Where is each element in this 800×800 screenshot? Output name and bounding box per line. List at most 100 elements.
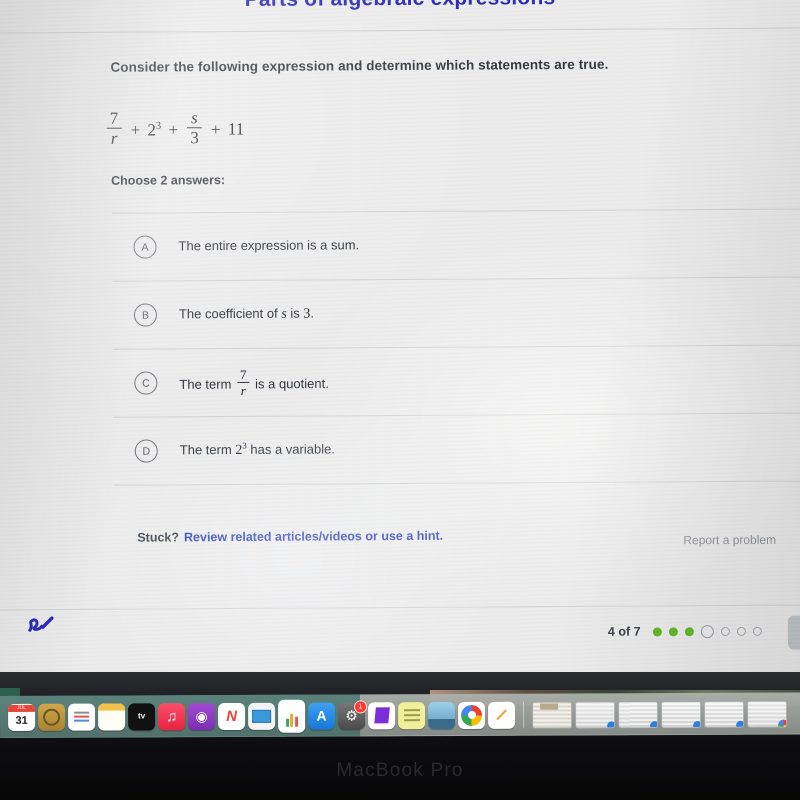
next-question-button[interactable] — [787, 615, 800, 650]
question-progress: 4 of 7 — [608, 624, 762, 639]
system-settings-icon[interactable]: ⚙ 1 — [338, 699, 368, 730]
answer-choice-c[interactable]: C The term 7r is a quotient. — [113, 344, 800, 417]
preview-icon[interactable] — [428, 701, 456, 729]
window-app-badge — [607, 720, 616, 728]
progress-dot-done — [684, 626, 694, 636]
minimized-window[interactable] — [747, 700, 788, 728]
operator-plus-2: + — [168, 119, 179, 139]
apple-tv-label: tv — [138, 711, 146, 721]
fraction-denominator: 3 — [190, 128, 199, 148]
minimized-window[interactable] — [575, 700, 616, 728]
minimized-window[interactable] — [704, 700, 745, 728]
power-term: 23 — [147, 120, 161, 139]
progress-label: 4 of 7 — [607, 624, 641, 639]
progress-dot-todo — [720, 626, 730, 636]
choice-bubble-b[interactable]: B — [133, 303, 158, 327]
numbers-icon[interactable] — [278, 699, 306, 733]
minimized-window[interactable] — [618, 700, 659, 728]
choose-answers-label: Choose 2 answers: — [111, 173, 226, 188]
app-store-letter: A — [316, 707, 327, 724]
fraction-numerator: s — [191, 108, 198, 128]
fraction-numerator: 7 — [109, 108, 119, 128]
podcast-glyph: ◉ — [195, 707, 208, 724]
music-note-glyph: ♫ — [165, 707, 178, 725]
answer-choice-a[interactable]: A The entire expression is a sum. — [112, 208, 800, 281]
stickies-icon[interactable] — [398, 701, 426, 729]
choice-bubble-a[interactable]: A — [133, 235, 157, 259]
exercise-page: Parts of algebraic expressions Consider … — [0, 0, 800, 682]
choice-text-b: The coefficient of s is 3. — [179, 305, 314, 323]
progress-dots — [652, 624, 762, 638]
constant-term: 11 — [227, 119, 245, 139]
power-exponent: 3 — [155, 120, 162, 132]
header-divider — [0, 27, 800, 34]
minimized-window[interactable] — [532, 701, 573, 729]
choice-text-c: The term 7r is a quotient. — [179, 366, 329, 398]
choice-power-term: 23 — [235, 440, 246, 458]
power-base: 2 — [147, 119, 156, 140]
choice-text-segment: The term — [179, 441, 236, 458]
fraction-7-over-r: 7 r — [106, 108, 122, 149]
operator-plus-3: + — [210, 119, 221, 139]
notes-icon[interactable] — [98, 702, 126, 731]
answer-choice-list: A The entire expression is a sum. B The … — [112, 208, 800, 486]
math-expression: 7 r + 23 + s 3 + 11 — [105, 108, 245, 149]
report-problem-link[interactable]: Report a problem — [683, 533, 776, 548]
progress-dot-done — [652, 626, 662, 636]
answer-choice-b[interactable]: B The coefficient of s is 3. — [112, 276, 800, 349]
page-title: Parts of algebraic expressions — [0, 0, 800, 13]
news-letter: N — [226, 707, 238, 725]
choice-text-segment: is — [286, 305, 304, 321]
choice-letter: C — [142, 377, 150, 390]
choice-letter: B — [141, 309, 149, 322]
macos-dock: JUL 31 tv ♫ ◉ N A ⚙ 1 — [0, 692, 800, 738]
stuck-label: Stuck? — [137, 530, 180, 545]
purple-app-icon[interactable] — [368, 701, 396, 729]
calendar-icon[interactable]: JUL 31 — [8, 703, 36, 731]
hint-link[interactable]: Review related articles/videos or use a … — [184, 529, 443, 545]
choice-letter: A — [141, 241, 149, 254]
choice-text-segment: is a quotient. — [251, 375, 329, 392]
fraction-denominator: r — [240, 382, 246, 398]
window-app-badge — [736, 720, 745, 728]
window-app-badge — [650, 720, 659, 728]
podcasts-icon[interactable]: ◉ — [188, 702, 216, 730]
dock-items: JUL 31 tv ♫ ◉ N A ⚙ 1 — [0, 697, 788, 733]
keynote-icon[interactable] — [248, 702, 276, 730]
apple-tv-icon[interactable]: tv — [128, 702, 156, 730]
notification-badge: 1 — [354, 699, 368, 713]
choice-text-a: The entire expression is a sum. — [178, 237, 360, 254]
calendar-month: JUL — [8, 704, 36, 712]
window-app-badge — [778, 719, 788, 728]
laptop-screen: Parts of algebraic expressions Consider … — [0, 0, 800, 683]
choice-text-segment: . — [310, 305, 315, 321]
operator-plus-1: + — [130, 120, 141, 140]
contacts-icon[interactable] — [38, 703, 66, 731]
footer-divider — [0, 604, 800, 611]
fraction-denominator: r — [110, 129, 118, 149]
music-icon[interactable]: ♫ — [158, 702, 186, 730]
progress-dot-current — [700, 624, 714, 638]
laptop-photo: Parts of algebraic expressions Consider … — [0, 0, 800, 800]
choice-text-d: The term 23 has a variable. — [179, 440, 335, 459]
minimized-window[interactable] — [661, 700, 702, 728]
question-prompt: Consider the following expression and de… — [110, 56, 609, 75]
fraction-s-over-3: s 3 — [187, 108, 202, 148]
chrome-icon[interactable] — [458, 701, 486, 729]
answer-choice-d[interactable]: D The term 23 has a variable. — [113, 412, 800, 486]
choice-bubble-c[interactable]: C — [134, 371, 158, 395]
news-icon[interactable]: N — [218, 702, 246, 730]
choice-letter: D — [142, 445, 151, 458]
dock-divider — [523, 701, 525, 728]
choice-fraction-7-over-r: 7r — [236, 366, 250, 398]
stuck-row: Stuck? Review related articles/videos or … — [137, 529, 443, 545]
pages-icon[interactable] — [488, 701, 516, 729]
progress-dot-todo — [752, 626, 762, 636]
choice-bubble-d[interactable]: D — [134, 439, 158, 463]
reminders-icon[interactable] — [68, 703, 96, 731]
choice-text-segment: The term — [179, 376, 236, 392]
app-store-icon[interactable]: A — [308, 702, 336, 730]
ink-scribble-annotation — [28, 616, 54, 632]
fraction-numerator: 7 — [239, 366, 247, 382]
choice-text-segment: The coefficient of — [178, 305, 282, 322]
